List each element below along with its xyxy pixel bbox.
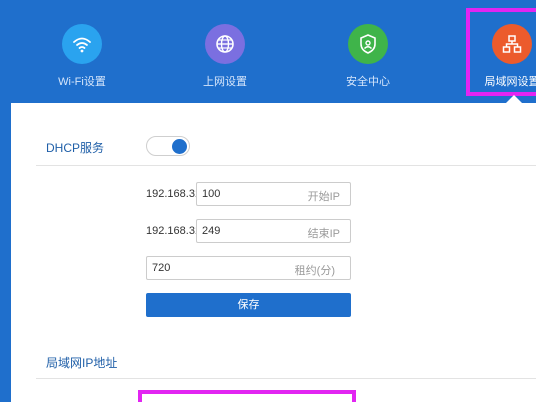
lan-ip-section-title: 局域网IP地址 (46, 356, 118, 370)
start-ip-field[interactable]: 100 开始IP (196, 182, 351, 206)
save-button[interactable]: 保存 (146, 293, 351, 317)
dhcp-divider (36, 165, 536, 166)
end-ip-value: 249 (202, 225, 221, 237)
highlight-lan-ip-field (138, 390, 356, 402)
shield-icon (348, 24, 388, 64)
end-ip-field[interactable]: 249 结束IP (196, 219, 351, 243)
top-nav-bar: Wi-Fi设置 上网设置 安全中心 局域网设置 (0, 0, 536, 104)
nav-label-internet: 上网设置 (203, 76, 247, 88)
nav-label-security: 安全中心 (346, 76, 390, 88)
lan-ip-divider (36, 378, 536, 379)
lease-time-value: 720 (152, 262, 171, 274)
dhcp-toggle[interactable] (146, 136, 190, 156)
end-ip-placeholder: 结束IP (307, 228, 340, 240)
dhcp-section-title: DHCP服务 (46, 141, 105, 155)
active-tab-pointer (506, 95, 522, 103)
wifi-icon (62, 24, 102, 64)
lease-time-field[interactable]: 720 租约(分) (146, 256, 351, 280)
nav-label-wifi: Wi-Fi设置 (58, 76, 106, 88)
toggle-knob (172, 139, 187, 154)
globe-icon (205, 24, 245, 64)
start-ip-placeholder: 开始IP (307, 191, 340, 203)
nav-item-security[interactable]: 安全中心 (323, 24, 413, 88)
end-ip-prefix: 192.168.31 (146, 225, 202, 237)
nav-item-internet[interactable]: 上网设置 (180, 24, 270, 88)
start-ip-value: 100 (202, 188, 221, 200)
start-ip-prefix: 192.168.31 (146, 188, 202, 200)
lease-time-placeholder: 租约(分) (294, 265, 335, 277)
nav-item-wifi[interactable]: Wi-Fi设置 (37, 24, 127, 88)
highlight-lan-nav (466, 8, 536, 96)
